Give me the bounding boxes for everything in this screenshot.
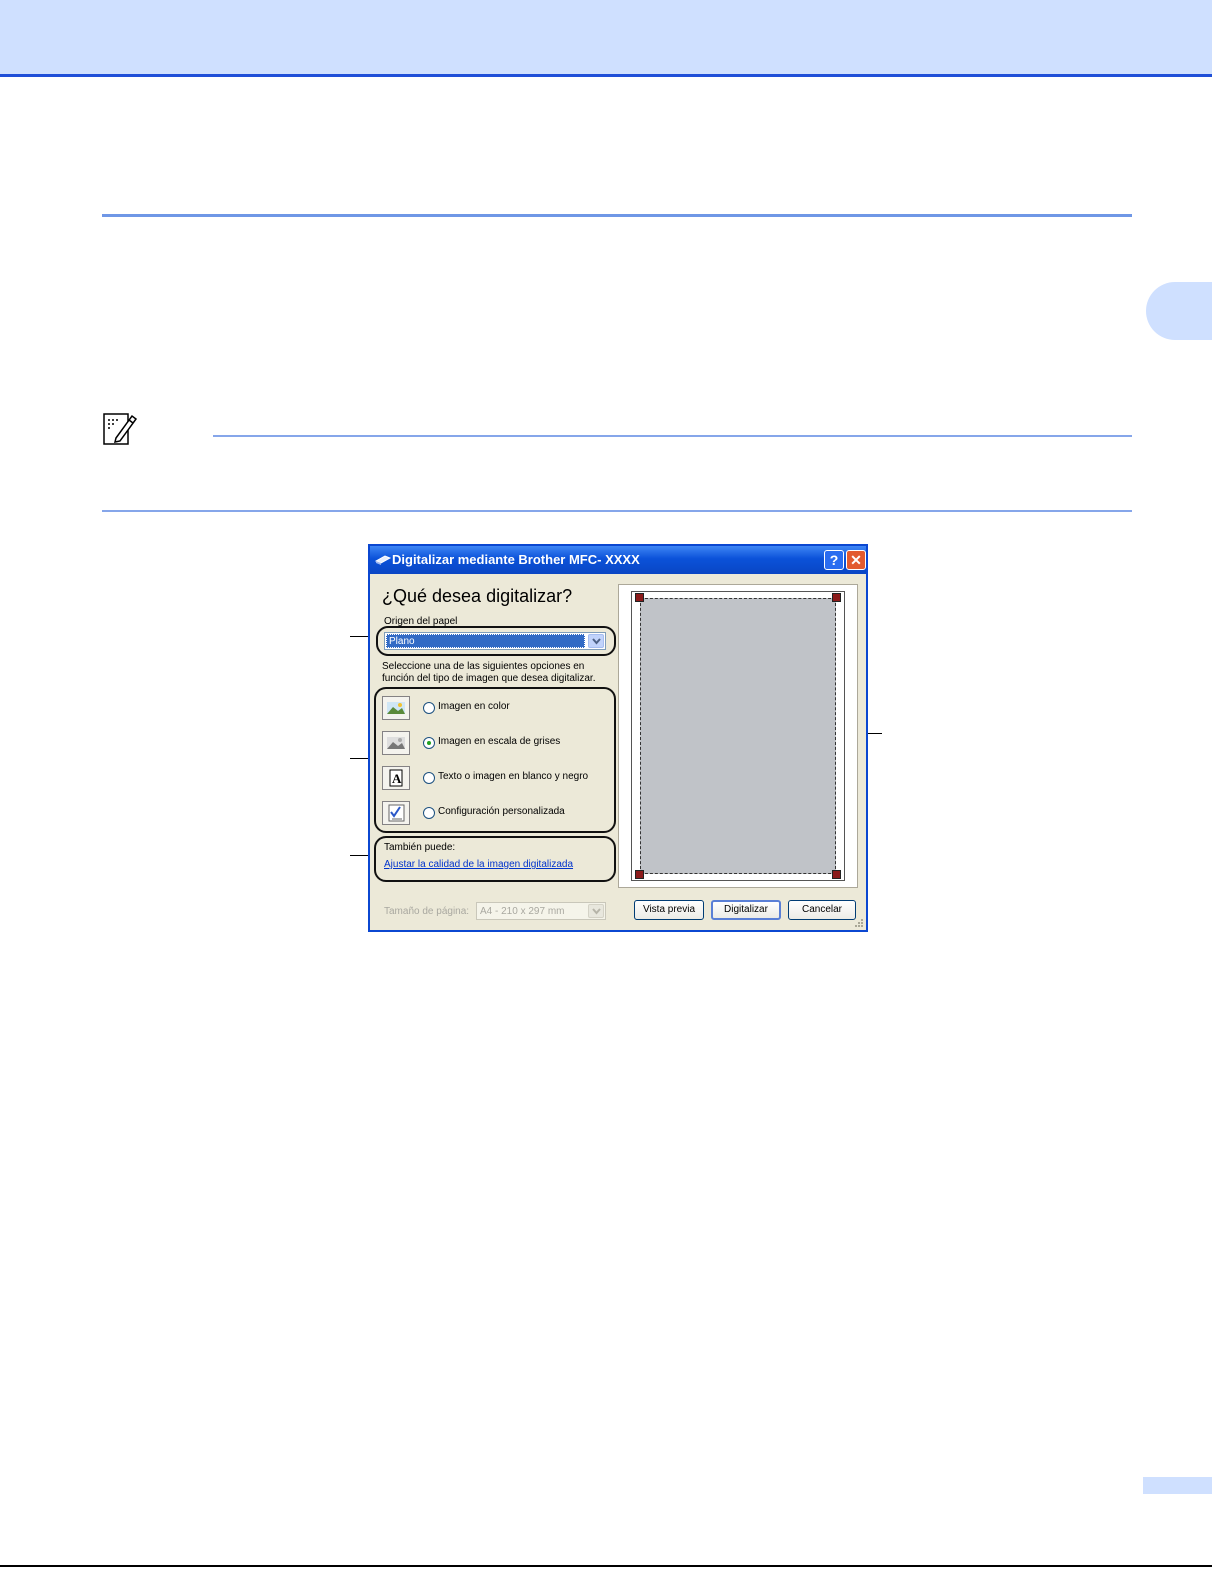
option-bw-text-label: Texto o imagen en blanco y negro bbox=[438, 771, 589, 782]
option-custom-label: Configuración personalizada bbox=[438, 806, 565, 817]
color-photo-icon[interactable] bbox=[382, 696, 410, 720]
resize-handle-top-left[interactable] bbox=[635, 593, 644, 602]
resize-grip-icon[interactable] bbox=[854, 918, 864, 928]
option-grayscale[interactable]: Imagen en escala de grises bbox=[382, 731, 612, 757]
svg-text:A: A bbox=[392, 771, 402, 786]
option-bw-text[interactable]: A Texto o imagen en blanco y negro bbox=[382, 766, 612, 792]
resize-handle-bottom-right[interactable] bbox=[832, 870, 841, 879]
chevron-down-icon[interactable] bbox=[588, 904, 604, 918]
preview-button[interactable]: Vista previa bbox=[634, 900, 704, 920]
help-button[interactable]: ? bbox=[824, 550, 844, 570]
resize-handle-bottom-left[interactable] bbox=[635, 870, 644, 879]
scanner-icon bbox=[375, 555, 391, 565]
radio-custom[interactable] bbox=[423, 807, 435, 819]
grayscale-photo-icon[interactable] bbox=[382, 731, 410, 755]
scan-button[interactable]: Digitalizar bbox=[711, 900, 781, 920]
header-banner bbox=[0, 0, 1212, 77]
note-bottom-rule bbox=[102, 510, 1132, 512]
callout-ring-link bbox=[374, 836, 616, 882]
option-color[interactable]: Imagen en color bbox=[382, 696, 612, 722]
dialog-heading: ¿Qué desea digitalizar? bbox=[382, 586, 573, 606]
page-number-tab bbox=[1143, 1477, 1212, 1494]
dialog-titlebar[interactable]: Digitalizar mediante Brother MFC- XXXX ?… bbox=[370, 546, 866, 574]
note-top-rule bbox=[213, 435, 1132, 437]
preview-page bbox=[631, 591, 845, 881]
callout-ring-source bbox=[376, 626, 616, 656]
option-color-label: Imagen en color bbox=[438, 701, 510, 712]
option-grayscale-label: Imagen en escala de grises bbox=[438, 736, 561, 747]
bw-text-icon[interactable]: A bbox=[382, 766, 410, 790]
pencil-note-icon bbox=[103, 413, 138, 445]
scan-preview-area[interactable] bbox=[618, 584, 858, 888]
section-rule bbox=[102, 214, 1132, 217]
cancel-button[interactable]: Cancelar bbox=[788, 900, 856, 920]
radio-grayscale[interactable] bbox=[423, 737, 435, 749]
close-button[interactable]: ✕ bbox=[846, 550, 866, 570]
chapter-tab bbox=[1146, 282, 1212, 340]
option-custom[interactable]: Configuración personalizada bbox=[382, 801, 612, 827]
scan-selection-area[interactable] bbox=[640, 598, 836, 874]
instructions-line-2: función del tipo de imagen que desea dig… bbox=[382, 673, 596, 684]
resize-handle-top-right[interactable] bbox=[832, 593, 841, 602]
page-size-select[interactable]: A4 - 210 x 297 mm bbox=[476, 902, 606, 920]
radio-color[interactable] bbox=[423, 702, 435, 714]
instructions-line-1: Seleccione una de las siguientes opcione… bbox=[382, 661, 585, 672]
custom-settings-icon[interactable] bbox=[382, 801, 410, 825]
dialog-title: Digitalizar mediante Brother MFC- XXXX bbox=[392, 552, 640, 567]
page-size-label: Tamaño de página: bbox=[384, 906, 470, 917]
footer-rule bbox=[0, 1565, 1212, 1567]
radio-bw-text[interactable] bbox=[423, 772, 435, 784]
scan-dialog: Digitalizar mediante Brother MFC- XXXX ?… bbox=[368, 544, 868, 932]
page-size-value: A4 - 210 x 297 mm bbox=[480, 906, 565, 917]
